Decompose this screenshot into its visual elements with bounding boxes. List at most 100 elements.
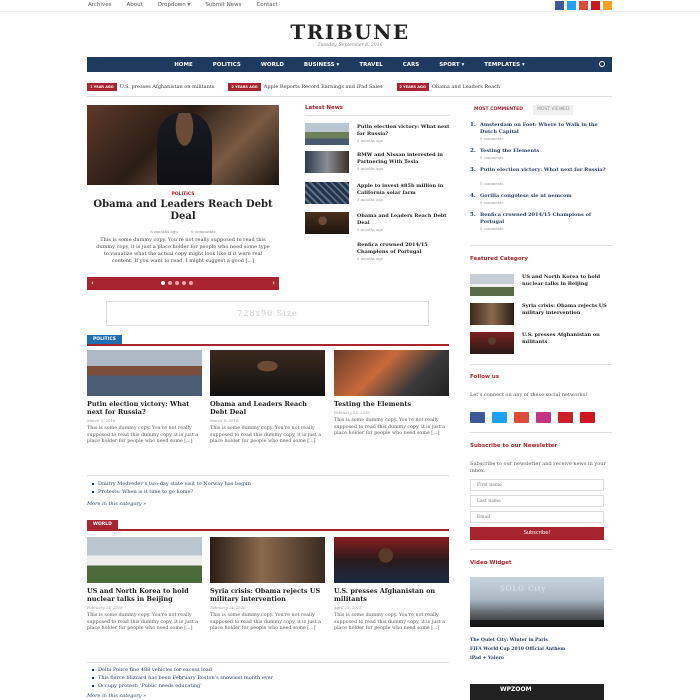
article-image[interactable]	[87, 350, 202, 396]
article-title[interactable]: U.S. presses Afghanistan on militants	[334, 587, 449, 603]
wpzoom-banner[interactable]: WPZOOM	[470, 684, 604, 700]
world-label[interactable]: WORLD	[87, 520, 118, 529]
twitter-icon[interactable]	[567, 1, 576, 10]
slider-comments[interactable]: 0 comments	[191, 229, 216, 234]
related-link[interactable]: This fierce blizzard has been February B…	[92, 675, 273, 681]
latest-news-item[interactable]: BMW and Nissan interested in Partnering …	[305, 151, 450, 173]
youtube-icon[interactable]	[591, 1, 600, 10]
related-link[interactable]: Occupy protest: 'Public needs educating'	[92, 683, 202, 689]
latest-news-item[interactable]: Putin election victory: What next for Ru…	[305, 123, 450, 145]
facebook-icon[interactable]	[555, 1, 564, 10]
email-field[interactable]: Email	[470, 511, 604, 523]
top-nav-contact[interactable]: Contact	[256, 2, 277, 8]
video-player[interactable]: SOLO City	[470, 577, 604, 627]
top-nav-dropdown[interactable]: Dropdown ▾	[158, 2, 191, 8]
more-in-category-link[interactable]: More in this category »	[87, 501, 146, 507]
ticker-link[interactable]: Apple Reports Record Earnings and iPad S…	[264, 84, 383, 90]
video-link[interactable]: The Quiet City: Winter in Paris	[470, 638, 548, 643]
featured-title[interactable]: US and North Korea to hold nuclear talks…	[522, 274, 612, 287]
news-title[interactable]: Apple to invest $85b million in Californ…	[357, 183, 451, 196]
last-name-field[interactable]: Last name	[470, 495, 604, 507]
nav-politics[interactable]: POLITICS	[213, 62, 241, 68]
featured-item[interactable]: US and North Korea to hold nuclear talks…	[470, 274, 612, 296]
instagram-icon[interactable]	[536, 412, 551, 423]
nav-business[interactable]: BUSINESS ▾	[304, 62, 339, 68]
video-controls[interactable]	[470, 620, 604, 627]
most-commented-item[interactable]: 4. Gorilla congolese sie ut nemcom 0 com…	[470, 193, 612, 207]
news-thumbnail[interactable]	[305, 182, 349, 204]
commented-title[interactable]: Putin election victory: What next for Ru…	[480, 167, 612, 174]
site-logo[interactable]: TRIBUNE	[0, 20, 700, 44]
featured-title[interactable]: Syria crisis: Obama rejects US military …	[522, 303, 612, 316]
commented-title[interactable]: Testing the Elements	[480, 148, 612, 155]
video-link[interactable]: iPad + Valero	[470, 656, 504, 661]
google-plus-icon[interactable]	[514, 412, 529, 423]
nav-world[interactable]: WORLD	[261, 62, 284, 68]
politics-label[interactable]: POLITICS	[87, 335, 123, 344]
article-title[interactable]: Putin election victory: What next for Ru…	[87, 400, 202, 416]
search-icon[interactable]	[599, 61, 605, 67]
tab-most-commented[interactable]: MOST COMMENTED	[470, 105, 527, 115]
featured-item[interactable]: U.S. presses Afghanistan on militants	[470, 332, 612, 354]
slider-dot[interactable]	[161, 281, 165, 285]
ticker-link[interactable]: U.S. presses Afghanistan on militants	[120, 84, 215, 90]
most-commented-item[interactable]: 2. Testing the Elements 0 comments	[470, 148, 612, 162]
nav-travel[interactable]: TRAVEL	[359, 62, 382, 68]
facebook-icon[interactable]	[470, 412, 485, 423]
commented-title[interactable]: Benfica crowned 2014/15 Champions of Por…	[480, 212, 612, 225]
rss-icon[interactable]	[603, 1, 612, 10]
related-link[interactable]: Protests: When is it time to go home?	[92, 489, 193, 495]
featured-thumbnail[interactable]	[470, 274, 514, 296]
more-in-category-link[interactable]: More in this category »	[87, 693, 146, 699]
related-link[interactable]: Delhi Police fine 488 vehicles for exces…	[92, 667, 212, 673]
slider-category[interactable]: POLITICS	[87, 192, 279, 197]
video-link[interactable]: FIFA World Cup 2010 Official Anthem	[470, 647, 565, 652]
article-image[interactable]	[334, 537, 449, 583]
slider-dot[interactable]	[182, 281, 186, 285]
subscribe-button[interactable]: Subscribe!	[470, 527, 604, 540]
nav-home[interactable]: HOME	[174, 62, 193, 68]
slider-dot[interactable]	[175, 281, 179, 285]
news-thumbnail[interactable]	[305, 151, 349, 173]
most-commented-item[interactable]: 1. Amsterdam on Foot: Where to Walk in t…	[470, 122, 612, 142]
article-image[interactable]	[334, 350, 449, 396]
featured-thumbnail[interactable]	[470, 303, 514, 325]
slider-dot[interactable]	[168, 281, 172, 285]
nav-cars[interactable]: CARS	[403, 62, 420, 68]
article-title[interactable]: Syria crisis: Obama rejects US military …	[210, 587, 325, 603]
news-thumbnail[interactable]	[305, 212, 349, 234]
news-thumbnail[interactable]	[305, 123, 349, 145]
featured-thumbnail[interactable]	[470, 332, 514, 354]
most-commented-item[interactable]: 5. Benfica crowned 2014/15 Champions of …	[470, 212, 612, 232]
article-title[interactable]: US and North Korea to hold nuclear talks…	[87, 587, 202, 603]
latest-news-item[interactable]: Obama and Leaders Reach Debt Deal 5 mont…	[305, 212, 450, 234]
related-link[interactable]: Dmitry Medvedev's two-day state visit to…	[92, 481, 251, 487]
latest-news-item[interactable]: Benfica crowned 2014/15 Champions of Por…	[305, 241, 450, 263]
nav-sport[interactable]: SPORT ▾	[439, 62, 464, 68]
news-title[interactable]: Obama and Leaders Reach Debt Deal	[357, 213, 451, 226]
article-image[interactable]	[87, 537, 202, 583]
twitter-icon[interactable]	[492, 412, 507, 423]
latest-news-item[interactable]: Apple to invest $85b million in Californ…	[305, 182, 450, 204]
first-name-field[interactable]: First name	[470, 479, 604, 491]
chevron-left-icon[interactable]: ‹	[91, 279, 94, 287]
article-image[interactable]	[210, 537, 325, 583]
nav-templates[interactable]: TEMPLATES ▾	[484, 62, 525, 68]
slider-dot[interactable]	[189, 281, 193, 285]
top-nav-submit-news[interactable]: Submit News	[205, 2, 241, 8]
featured-title[interactable]: U.S. presses Afghanistan on militants	[522, 332, 612, 345]
news-title[interactable]: BMW and Nissan interested in Partnering …	[357, 152, 451, 165]
slider-title[interactable]: Obama and Leaders Reach Debt Deal	[87, 199, 279, 223]
commented-title[interactable]: Amsterdam on Foot: Where to Walk in the …	[480, 122, 612, 135]
youtube-icon[interactable]	[580, 412, 595, 423]
featured-item[interactable]: Syria crisis: Obama rejects US military …	[470, 303, 612, 325]
top-nav-about[interactable]: About	[126, 2, 142, 8]
tab-most-viewed[interactable]: MOST VIEWED	[532, 105, 574, 115]
article-image[interactable]	[210, 350, 325, 396]
commented-title[interactable]: Gorilla congolese sie ut nemcom	[480, 193, 612, 200]
pinterest-icon[interactable]	[558, 412, 573, 423]
google-plus-icon[interactable]	[579, 1, 588, 10]
ad-banner[interactable]: 728x90 Size	[106, 301, 429, 326]
article-title[interactable]: Testing the Elements	[334, 400, 449, 408]
article-title[interactable]: Obama and Leaders Reach Debt Deal	[210, 400, 325, 416]
